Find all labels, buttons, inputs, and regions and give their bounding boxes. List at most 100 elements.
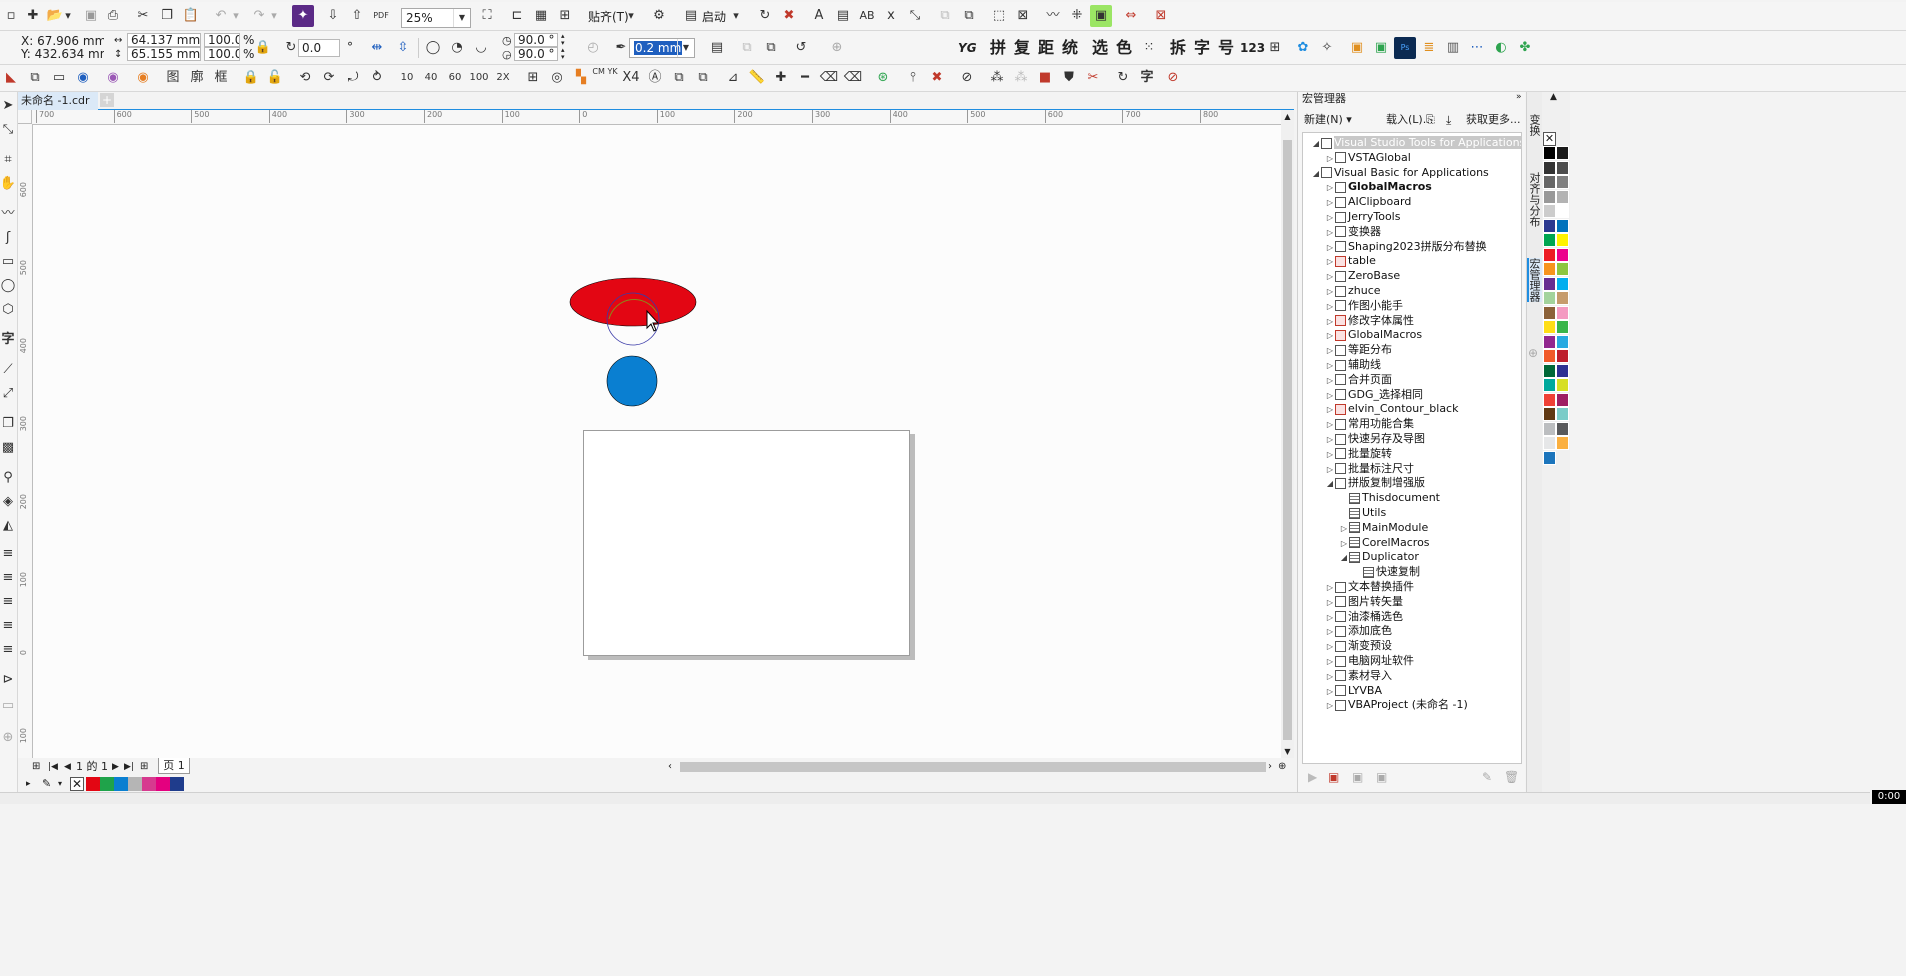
macro-tree-item[interactable]: ▷ LYVBA <box>1325 683 1382 698</box>
full-screen-preview-icon[interactable]: ⛶ <box>476 5 498 27</box>
text-tool-icon[interactable]: 字 <box>0 330 18 350</box>
cn-button-10[interactable]: 123 <box>1240 40 1265 56</box>
macro-tree-item[interactable]: ▷ Shaping2023拼版分布替换 <box>1325 239 1487 254</box>
collapsed-arrow-icon[interactable]: ▷ <box>1325 328 1335 343</box>
palette-color-swatch[interactable] <box>1543 349 1556 363</box>
shape-tool-icon[interactable]: ⤡ <box>0 120 18 140</box>
palette-color-swatch[interactable] <box>1556 392 1569 407</box>
cn-button-2[interactable]: 复 <box>1014 37 1030 59</box>
palette-color-swatch[interactable] <box>1556 349 1569 363</box>
collapsed-arrow-icon[interactable]: ▷ <box>1325 254 1335 269</box>
photoshop-icon[interactable]: Ps <box>1394 37 1416 59</box>
cross-frame-icon[interactable]: ⊠ <box>1012 5 1034 27</box>
blue-circle[interactable] <box>606 355 658 407</box>
options-gear-icon[interactable]: ⚙ <box>648 5 670 27</box>
palette-eyedropper-icon[interactable]: ✎ <box>42 777 51 791</box>
num-2x-button[interactable]: 2X <box>492 67 514 89</box>
get-more-button[interactable]: 获取更多... <box>1466 112 1521 128</box>
p3-icon-11[interactable]: ▚ <box>570 67 592 89</box>
macro-tree-item[interactable]: ▷ 批量标注尺寸 <box>1325 461 1414 476</box>
ellipse-mode-icon[interactable]: ◯ <box>422 37 444 59</box>
rotation-field[interactable]: 0.0 <box>298 39 340 57</box>
macro-tree-item[interactable]: ▷ 修改字体属性 <box>1325 313 1414 328</box>
launch-dropdown-icon[interactable]: ▾ <box>729 5 743 27</box>
new-macro-button[interactable]: 新建(N) ▾ <box>1304 112 1352 128</box>
show-grid-icon[interactable]: ▦ <box>530 5 552 27</box>
expanded-arrow-icon[interactable]: ◢ <box>1325 476 1335 491</box>
redo-dropdown-icon[interactable]: ▾ <box>268 5 280 27</box>
print-icon[interactable]: ⎙ <box>102 5 124 27</box>
collapsed-arrow-icon[interactable]: ▷ <box>1325 624 1335 639</box>
cn-button-9[interactable]: 号 <box>1218 37 1234 59</box>
macro-tree-item[interactable]: ▷ 等距分布 <box>1325 342 1392 357</box>
collapsed-arrow-icon[interactable]: ▷ <box>1325 210 1335 225</box>
red-ellipse[interactable] <box>569 277 697 327</box>
edit-macro-icon[interactable]: ✎ <box>1482 770 1492 784</box>
num-60-button[interactable]: 60 <box>444 67 466 89</box>
p3-icon-14[interactable]: ⧉ <box>692 67 714 89</box>
p3-icon-10[interactable]: ◎ <box>546 67 568 89</box>
redo-icon[interactable]: ↷ <box>248 5 270 27</box>
arc-mode-icon[interactable]: ◡ <box>470 37 492 59</box>
palette-color-swatch[interactable] <box>1543 262 1556 276</box>
num-100-button[interactable]: 100 <box>468 67 490 89</box>
doc-color-swatch[interactable] <box>100 777 114 791</box>
align-center-icon[interactable]: ≡ <box>0 568 18 588</box>
text-list-icon[interactable]: ▤ <box>832 5 854 27</box>
macro-tree-item[interactable]: ▷ zhuce <box>1325 283 1381 298</box>
prev-page-icon[interactable]: ◀ <box>64 760 71 774</box>
y-position-field[interactable]: Y: 432.634 mm <box>18 46 104 64</box>
palette-dropdown-icon[interactable]: ▾ <box>58 778 62 790</box>
import-icon[interactable]: ⇩ <box>322 5 344 27</box>
snap-dropdown-icon[interactable]: ▾ <box>624 5 638 27</box>
align-left-icon[interactable]: ≡ <box>0 544 18 564</box>
macro-tree-item[interactable]: ▷ 渐变预设 <box>1325 638 1392 653</box>
palette-color-swatch[interactable] <box>1543 305 1556 320</box>
plus-icon[interactable]: ✚ <box>770 67 792 89</box>
palette-color-swatch[interactable] <box>1543 378 1556 392</box>
palette-color-swatch[interactable] <box>1543 160 1556 175</box>
palette-color-swatch[interactable] <box>1556 320 1569 334</box>
zoom-fit-icon[interactable]: ⊕ <box>1278 760 1286 774</box>
p3-icon-12[interactable]: Ⓐ <box>644 67 666 89</box>
plugin-g-icon[interactable]: ✤ <box>1514 37 1536 59</box>
show-rulers-icon[interactable]: ⊏ <box>506 5 528 27</box>
p3-icon-15[interactable]: ⁂ <box>986 67 1008 89</box>
undo-icon[interactable]: ↶ <box>210 5 232 27</box>
yg-label[interactable]: YG <box>958 40 977 56</box>
palette-color-swatch[interactable] <box>1556 291 1569 305</box>
palette-color-swatch[interactable] <box>1556 262 1569 276</box>
p3-icon-7[interactable]: 廓 <box>186 67 208 89</box>
side-tab-align[interactable]: 对齐与分布 <box>1528 172 1542 227</box>
palette-color-swatch[interactable] <box>1543 291 1556 305</box>
collapsed-arrow-icon[interactable]: ▷ <box>1325 151 1335 166</box>
collapsed-arrow-icon[interactable]: ▷ <box>1325 373 1335 388</box>
vertical-scrollbar[interactable]: ▲ ▼ <box>1281 110 1294 758</box>
open-dropdown-icon[interactable]: ▾ <box>62 5 74 27</box>
rotate-free-icon[interactable]: ⤾ <box>342 67 364 89</box>
palette-color-swatch[interactable] <box>1556 160 1569 175</box>
palette-color-swatch[interactable] <box>1543 407 1556 421</box>
collapsed-arrow-icon[interactable]: ▷ <box>1325 595 1335 610</box>
ruler-corner[interactable] <box>18 110 32 124</box>
publish-pdf-icon[interactable]: PDF <box>370 5 392 27</box>
palette-color-swatch[interactable] <box>1543 276 1556 291</box>
plugin-c-icon[interactable]: ≣ <box>1418 37 1440 59</box>
p3-icon-1[interactable]: ⧉ <box>24 67 46 89</box>
cn-button-5[interactable]: 选 <box>1092 37 1108 59</box>
add-page-after-icon[interactable]: ⊞ <box>140 760 148 774</box>
arrange-icon[interactable]: ⁜ <box>1066 5 1088 27</box>
align-justify-icon[interactable]: ≡ <box>0 616 18 636</box>
delete-nodes-icon[interactable]: ✂ <box>1082 67 1104 89</box>
erase2-icon[interactable]: ⌫ <box>842 67 864 89</box>
macro-tree-item[interactable]: ▷ 变换器 <box>1325 224 1381 239</box>
macro-tree-item[interactable]: ▷ 文本替换插件 <box>1325 579 1414 594</box>
palette-color-swatch[interactable] <box>1556 378 1569 392</box>
eyedropper-tool-icon[interactable]: ⚲ <box>0 468 18 488</box>
scroll-down-icon[interactable]: ▼ <box>1281 746 1294 758</box>
rotate-cycle-icon[interactable]: ⥁ <box>366 67 388 89</box>
p3-icon-9[interactable]: ⊞ <box>522 67 544 89</box>
width-field[interactable]: 64.137 mm <box>127 33 201 47</box>
transparency-tool-icon[interactable]: ▩ <box>0 438 18 458</box>
record-macro-icon[interactable]: ▣ <box>1328 770 1339 784</box>
